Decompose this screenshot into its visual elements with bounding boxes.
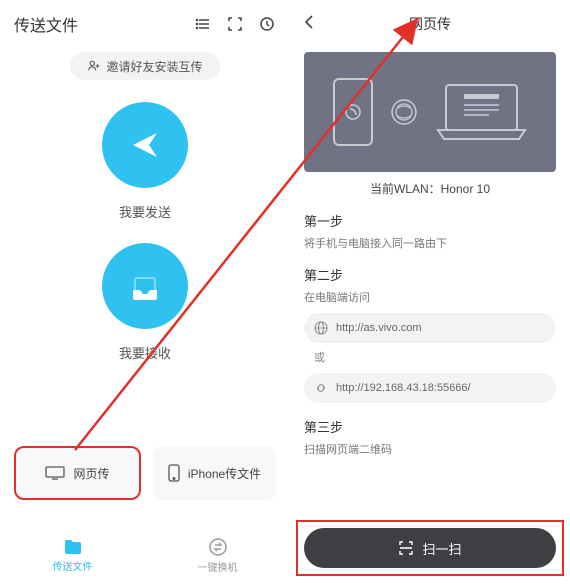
url-chip-2[interactable]: http://192.168.43.18:55666/	[304, 373, 556, 403]
url2-text: http://192.168.43.18:55666/	[336, 382, 471, 394]
receive-button[interactable]	[102, 243, 188, 329]
send-block: 我要发送	[14, 102, 276, 221]
nav-transfer-files[interactable]: 传送文件	[0, 524, 145, 586]
url-chip-1[interactable]: http://as.vivo.com	[304, 313, 556, 343]
swap-icon	[208, 537, 228, 557]
right-header: 网页传	[304, 8, 556, 40]
bottom-cards: 网页传 iPhone传文件	[14, 446, 276, 500]
inbox-icon	[123, 264, 167, 308]
invite-friends-chip[interactable]: 邀请好友安装互传	[70, 52, 220, 80]
iphone-transfer-card[interactable]: iPhone传文件	[153, 446, 276, 500]
step3-title: 第三步	[304, 417, 556, 436]
invite-label: 邀请好友安装互传	[106, 58, 202, 75]
globe-small-icon	[314, 321, 328, 335]
send-arrow-icon	[125, 125, 165, 165]
wlan-prefix: 当前WLAN：	[370, 182, 441, 196]
list-icon[interactable]	[194, 15, 212, 33]
scan-label: 扫一扫	[422, 539, 461, 558]
scan-icon	[398, 540, 414, 556]
nav-switch-label: 一键换机	[198, 559, 238, 574]
page-title: 传送文件	[14, 12, 78, 36]
web-transfer-screen: 网页传 当前WLAN：Honor 10 第一步 将手机与电脑接入同一路由下 第二…	[290, 0, 570, 586]
step2-desc: 在电脑端访问	[304, 289, 556, 305]
folder-icon	[63, 538, 83, 556]
right-page-title: 网页传	[409, 14, 451, 34]
chevron-left-icon	[304, 14, 314, 30]
iphone-card-label: iPhone传文件	[188, 465, 261, 482]
scan-frame-icon[interactable]	[226, 15, 244, 33]
link-icon	[314, 381, 328, 395]
step1-desc: 将手机与电脑接入同一路由下	[304, 235, 556, 251]
header-actions	[194, 15, 276, 33]
nav-phone-switch[interactable]: 一键换机	[145, 524, 290, 586]
monitor-icon	[45, 466, 65, 480]
laptop-illustration-icon	[434, 80, 529, 145]
step3-desc: 扫描网页端二维码	[304, 441, 556, 457]
receive-block: 我要接收	[14, 243, 276, 362]
web-transfer-card[interactable]: 网页传	[14, 446, 141, 500]
phone-icon	[168, 464, 180, 482]
or-text: 或	[314, 349, 556, 365]
hero-illustration	[304, 52, 556, 172]
history-icon[interactable]	[258, 15, 276, 33]
url1-text: http://as.vivo.com	[336, 322, 422, 334]
wlan-status: 当前WLAN：Honor 10	[304, 180, 556, 197]
person-add-icon	[87, 59, 101, 73]
web-card-label: 网页传	[73, 465, 109, 482]
send-button[interactable]	[102, 102, 188, 188]
back-button[interactable]	[304, 14, 324, 35]
step-3: 第三步 扫描网页端二维码	[304, 417, 556, 457]
receive-label: 我要接收	[14, 343, 276, 362]
bottom-nav: 传送文件 一键换机	[0, 524, 290, 586]
wlan-name: Honor 10	[441, 182, 490, 196]
step1-title: 第一步	[304, 211, 556, 230]
nav-transfer-label: 传送文件	[53, 558, 93, 573]
left-header: 传送文件	[14, 8, 276, 40]
transfer-file-screen: 传送文件 邀请好友安装互传 我要发送	[0, 0, 290, 586]
step2-title: 第二步	[304, 265, 556, 284]
send-label: 我要发送	[14, 202, 276, 221]
step-1: 第一步 将手机与电脑接入同一路由下	[304, 211, 556, 251]
scan-button[interactable]: 扫一扫	[304, 528, 556, 568]
globe-icon	[390, 98, 418, 126]
phone-illustration-icon	[332, 77, 374, 147]
step-2: 第二步 在电脑端访问 http://as.vivo.com 或 http://1…	[304, 265, 556, 403]
